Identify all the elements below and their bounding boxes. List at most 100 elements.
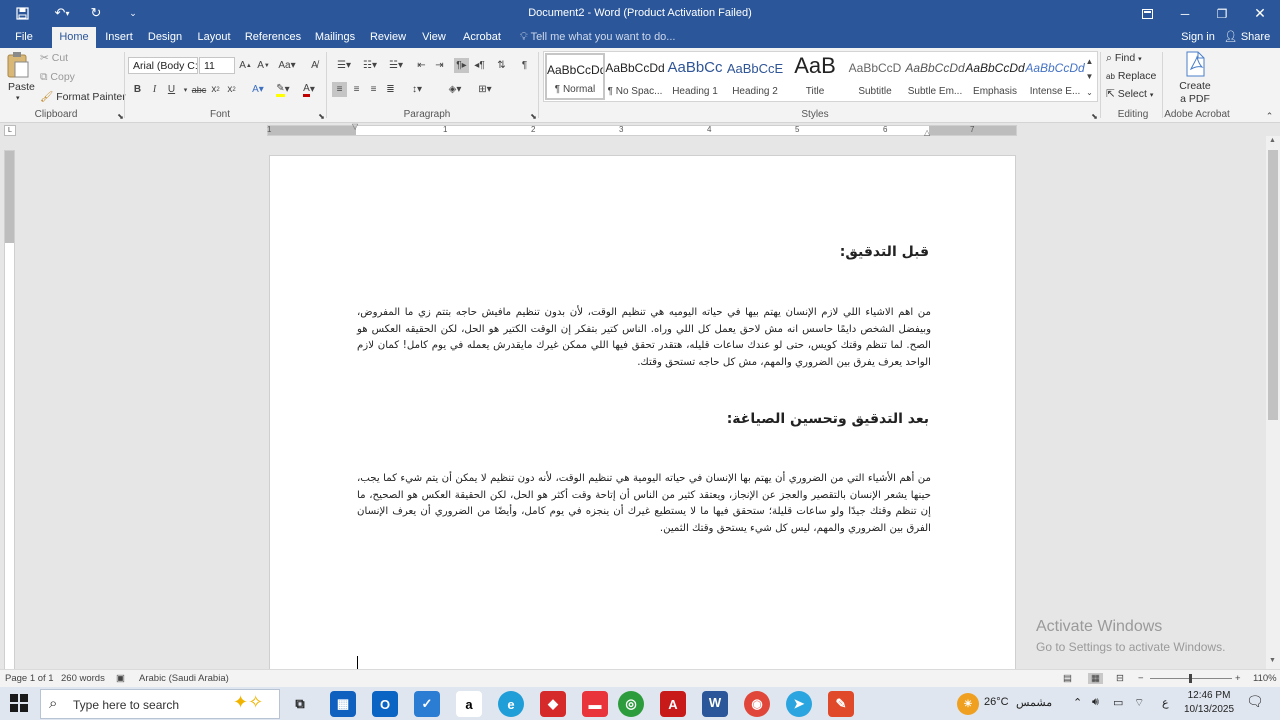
edge-icon[interactable]: e [498, 691, 524, 717]
task-view-icon[interactable]: ⧉ [287, 691, 313, 717]
sign-in-link[interactable]: Sign in [1176, 27, 1220, 48]
scroll-thumb[interactable] [1268, 150, 1278, 420]
telegram-icon[interactable]: ➤ [786, 691, 812, 717]
align-center-icon[interactable]: ≡ [349, 82, 364, 97]
proofing-icon[interactable]: ▣ [116, 673, 125, 684]
scroll-down-icon[interactable]: ▼ [1269, 657, 1276, 664]
word-icon[interactable]: W [702, 691, 728, 717]
bullets-icon[interactable]: ☰▾ [332, 58, 356, 73]
tab-references[interactable]: References [242, 27, 304, 48]
select-button[interactable]: ⇱ Select ▾ [1106, 88, 1153, 100]
chrome-profile-icon[interactable]: ◎ [618, 691, 644, 717]
page-count[interactable]: Page 1 of 1 [5, 673, 54, 684]
volume-icon[interactable]: 🔊︎ [1092, 696, 1099, 709]
weather-sun-icon[interactable]: ☀ [957, 693, 979, 715]
horizontal-ruler[interactable]: 1 1 2 3 4 5 6 7 ▽ △ [267, 122, 1017, 137]
tab-layout[interactable]: Layout [193, 27, 235, 48]
windows-start-icon[interactable] [10, 694, 28, 715]
document-page[interactable]: قبل التدقيق: من اهم الاشياء اللي لازم ال… [269, 155, 1016, 670]
language-indicator[interactable]: Arabic (Saudi Arabia) [139, 673, 229, 684]
paint-icon[interactable]: ✎ [828, 691, 854, 717]
styles-scroll-down-icon[interactable]: ▼ [1082, 69, 1097, 84]
zoom-in-icon[interactable]: + [1235, 673, 1241, 684]
style-title[interactable]: AaB Title [785, 53, 845, 100]
align-right-icon[interactable]: ≡ [366, 82, 381, 97]
zoom-out-icon[interactable]: − [1138, 673, 1144, 684]
tell-me-box[interactable]: 💡︎ Tell me what you want to do... [520, 27, 675, 48]
font-size-box[interactable]: 11 [199, 57, 235, 74]
styles-more-icon[interactable]: ⌄ [1082, 85, 1097, 100]
web-layout-icon[interactable]: ⊟ [1116, 673, 1124, 684]
outlook-icon[interactable]: O [372, 691, 398, 717]
text-effects-icon[interactable]: A▾ [248, 82, 268, 97]
show-formatting-icon[interactable]: ¶ [517, 58, 532, 73]
vertical-scrollbar[interactable]: ▲ ▼ [1266, 136, 1280, 670]
replace-button[interactable]: ab Replace [1106, 70, 1156, 82]
numbering-icon[interactable]: ☷▾ [358, 58, 382, 73]
chrome-icon[interactable]: ◉ [744, 691, 770, 717]
clock[interactable]: 12:46 PM 10/13/2025 [1183, 689, 1235, 717]
highlight-icon[interactable]: ✎ ▾ [272, 82, 294, 97]
battery-icon[interactable]: ▭ [1113, 696, 1123, 709]
notifications-icon[interactable]: 🗨︎ [1246, 693, 1264, 710]
tab-design[interactable]: Design [144, 27, 186, 48]
strikethrough-icon[interactable]: abc [190, 82, 208, 97]
tab-selector-icon[interactable]: L [4, 125, 16, 136]
paste-button[interactable]: Paste ▾ [6, 51, 35, 103]
copy-button[interactable]: ⧉ Copy [40, 71, 75, 84]
style-heading-2[interactable]: AaBbCcE Heading 2 [725, 53, 785, 100]
line-spacing-icon[interactable]: ↕▾ [406, 82, 428, 97]
todo-icon[interactable]: ✓ [414, 691, 440, 717]
amazon-icon[interactable]: a [456, 691, 482, 717]
shading-icon[interactable]: ◈▾ [444, 82, 466, 97]
right-indent-marker-icon[interactable]: △ [924, 128, 930, 137]
subscript-icon[interactable]: x2 [208, 82, 223, 97]
taskbar-search-box[interactable]: ⌕ Type here to search ✦✧ [40, 689, 280, 719]
superscript-icon[interactable]: x2 [224, 82, 239, 97]
shrink-font-icon[interactable]: A ▼ [256, 58, 271, 73]
word-count[interactable]: 260 words [61, 673, 105, 684]
underline-icon[interactable]: U [164, 82, 179, 97]
find-button[interactable]: ⌕ Find ▾ [1106, 52, 1142, 65]
restore-icon[interactable]: ❐ [1204, 0, 1240, 27]
app-icon[interactable]: ▬ [582, 691, 608, 717]
decrease-indent-icon[interactable]: ⇤ [414, 58, 429, 73]
clear-formatting-icon[interactable]: A̸ [307, 58, 322, 73]
rtl-icon[interactable]: ◂¶ [472, 58, 487, 73]
style-subtitle[interactable]: AaBbCcD Subtitle [845, 53, 905, 100]
grow-font-icon[interactable]: A ▲ [238, 58, 253, 73]
style-intense-emphasis[interactable]: AaBbCcDd Intense E... [1025, 53, 1085, 100]
ribbon-display-icon[interactable] [1129, 0, 1165, 27]
cut-button[interactable]: ✂ Cut [40, 52, 68, 64]
align-left-icon[interactable]: ≡ [332, 82, 347, 97]
sort-icon[interactable]: ⇅ [494, 58, 509, 73]
zoom-slider-thumb[interactable] [1189, 674, 1192, 683]
wifi-icon[interactable]: ⌔ [1134, 696, 1144, 710]
first-indent-marker-icon[interactable]: ▽ [352, 122, 358, 131]
style-subtle-emphasis[interactable]: AaBbCcDd Subtle Em... [905, 53, 965, 100]
style-heading-1[interactable]: AaBbCc Heading 1 [665, 53, 725, 100]
microsoft-store-icon[interactable]: ▦ [330, 691, 356, 717]
font-name-box[interactable]: Arial (Body C: [128, 57, 198, 74]
create-pdf-button[interactable]: Create a PDF [1172, 51, 1218, 107]
borders-icon[interactable]: ⊞▾ [474, 82, 496, 97]
tab-mailings[interactable]: Mailings [310, 27, 360, 48]
tab-view[interactable]: View [418, 27, 450, 48]
ltr-icon[interactable]: ¶▸ [454, 58, 469, 73]
change-case-icon[interactable]: Aa▾ [276, 58, 298, 73]
tab-file[interactable]: File [6, 27, 42, 48]
format-painter-button[interactable]: 🖌︎ Format Painter [40, 90, 126, 103]
style-normal[interactable]: AaBbCcDd ¶ Normal [545, 53, 605, 100]
anydesk-icon[interactable]: ◆ [540, 691, 566, 717]
tab-review[interactable]: Review [366, 27, 410, 48]
print-layout-icon[interactable]: ▦ [1088, 673, 1103, 684]
styles-scroll-up-icon[interactable]: ▲ [1082, 54, 1097, 69]
collapse-ribbon-icon[interactable]: ⌃ [1262, 109, 1277, 124]
increase-indent-icon[interactable]: ⇥ [432, 58, 447, 73]
input-language[interactable]: ع [1162, 696, 1169, 709]
italic-icon[interactable]: I [147, 82, 162, 97]
style-emphasis[interactable]: AaBbCcDd Emphasis [965, 53, 1025, 100]
justify-icon[interactable]: ≣ [383, 82, 398, 97]
bold-icon[interactable]: B [130, 82, 145, 97]
close-icon[interactable]: ✕ [1242, 0, 1278, 27]
